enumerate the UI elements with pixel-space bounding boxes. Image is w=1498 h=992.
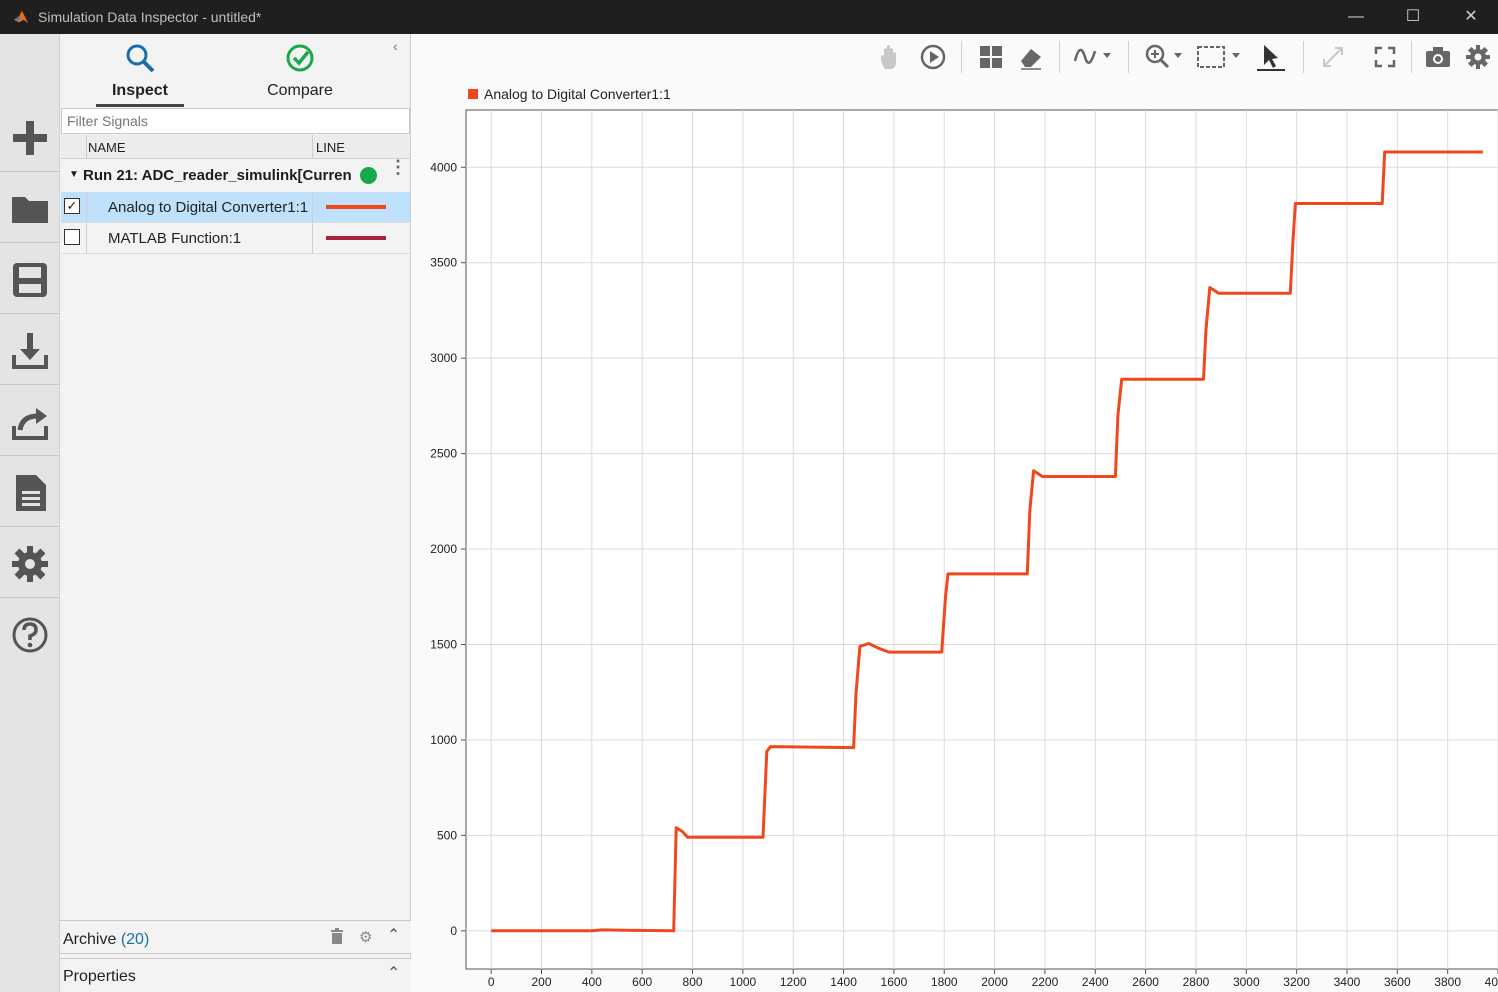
maximize-button[interactable]: ☐ bbox=[1402, 6, 1424, 28]
tab-compare-label: Compare bbox=[267, 82, 333, 99]
signal-plot[interactable]: 0 200 400 600 800 1000 1200 1400 1600 1800 2000 220… bbox=[411, 34, 1498, 992]
tab-inspect-label: Inspect bbox=[111, 82, 168, 99]
preferences-button[interactable] bbox=[0, 528, 60, 598]
new-session-button[interactable] bbox=[0, 102, 60, 172]
row-divider bbox=[312, 223, 313, 254]
y-tick-label: 1500 bbox=[430, 637, 457, 651]
download-icon bbox=[12, 333, 48, 369]
x-tick-label: 1600 bbox=[881, 975, 908, 989]
x-tick-label: 1800 bbox=[931, 975, 958, 989]
properties-label: Properties bbox=[63, 968, 136, 985]
left-toolbar bbox=[0, 34, 60, 992]
run-row[interactable]: ▼ Run 21: ADC_reader_simulink[Current] ⋮ bbox=[61, 158, 410, 190]
x-tick-label: 2400 bbox=[1082, 975, 1109, 989]
x-tick-label: 4000 bbox=[1485, 975, 1498, 989]
archive-section[interactable]: Archive (20) ⚙ ⌃ bbox=[60, 920, 411, 954]
document-icon bbox=[16, 475, 46, 511]
column-divider bbox=[86, 135, 87, 159]
trash-icon[interactable] bbox=[330, 928, 344, 944]
gear-icon bbox=[12, 546, 48, 582]
title-bar: Simulation Data Inspector - untitled* — … bbox=[0, 0, 1498, 34]
x-tick-label: 2800 bbox=[1183, 975, 1210, 989]
archive-settings-icon[interactable]: ⚙ bbox=[359, 928, 372, 946]
properties-section[interactable]: Properties ⌃ bbox=[60, 958, 411, 992]
archive-label: Archive bbox=[63, 931, 117, 948]
more-options-icon[interactable]: ⋮ bbox=[389, 158, 407, 176]
minimize-button[interactable]: — bbox=[1345, 6, 1367, 28]
y-tick-label: 2000 bbox=[430, 542, 457, 556]
x-tick-label: 1200 bbox=[780, 975, 807, 989]
archive-count: (20) bbox=[120, 931, 150, 948]
open-button[interactable] bbox=[0, 173, 60, 243]
y-tick-label: 3000 bbox=[430, 351, 457, 365]
signal-line-style[interactable] bbox=[326, 236, 386, 240]
x-tick-label: 1000 bbox=[730, 975, 757, 989]
signal-row[interactable]: ✓ Analog to Digital Converter1:1 bbox=[61, 192, 410, 223]
active-tab-indicator bbox=[96, 104, 184, 107]
x-tick-label: 0 bbox=[488, 975, 495, 989]
tab-compare[interactable]: Compare bbox=[250, 34, 350, 106]
x-tick-label: 3800 bbox=[1434, 975, 1461, 989]
signal-line-style[interactable] bbox=[326, 205, 386, 209]
column-line[interactable]: LINE bbox=[316, 140, 345, 155]
column-name[interactable]: NAME bbox=[88, 140, 126, 155]
x-tick-label: 3600 bbox=[1384, 975, 1411, 989]
y-tick-label: 3500 bbox=[430, 256, 457, 270]
plot-axes-box bbox=[465, 109, 1498, 970]
help-icon bbox=[12, 617, 48, 653]
y-tick-label: 1000 bbox=[430, 733, 457, 747]
import-button[interactable] bbox=[0, 315, 60, 385]
x-tick-label: 400 bbox=[582, 975, 602, 989]
collapse-panel-icon[interactable]: ‹ bbox=[393, 38, 398, 54]
x-tick-label: 2200 bbox=[1032, 975, 1059, 989]
check-circle-icon bbox=[286, 44, 314, 72]
signal-checkbox[interactable]: ✓ bbox=[64, 198, 80, 214]
save-icon bbox=[13, 263, 47, 297]
signal-name: Analog to Digital Converter1:1 bbox=[108, 199, 309, 216]
close-button[interactable]: ✕ bbox=[1460, 6, 1482, 28]
x-tick-label: 200 bbox=[531, 975, 551, 989]
y-tick-label: 0 bbox=[450, 924, 457, 938]
run-status-icon bbox=[360, 167, 377, 184]
x-tick-label: 3200 bbox=[1283, 975, 1310, 989]
x-tick-label: 3000 bbox=[1233, 975, 1260, 989]
y-tick-label: 500 bbox=[437, 828, 457, 842]
y-tick-label: 2500 bbox=[430, 447, 457, 461]
chevron-up-icon[interactable]: ⌃ bbox=[387, 925, 400, 945]
signal-table-header: NAME LINE bbox=[61, 135, 410, 159]
x-tick-label: 600 bbox=[632, 975, 652, 989]
y-tick-label: 4000 bbox=[430, 160, 457, 174]
signal-row[interactable]: MATLAB Function:1 bbox=[61, 223, 410, 254]
share-icon bbox=[12, 408, 48, 440]
help-button[interactable] bbox=[0, 599, 60, 669]
plot-area: Analog to Digital Converter1:1 0 200 400 60… bbox=[411, 34, 1498, 992]
window-title: Simulation Data Inspector - untitled* bbox=[38, 9, 262, 25]
report-button[interactable] bbox=[0, 457, 60, 527]
x-tick-label: 3400 bbox=[1334, 975, 1361, 989]
column-divider[interactable] bbox=[312, 135, 313, 159]
x-tick-label: 2600 bbox=[1132, 975, 1159, 989]
plus-icon bbox=[13, 121, 47, 155]
export-button[interactable] bbox=[0, 386, 60, 456]
row-divider bbox=[86, 223, 87, 254]
run-label: Run 21: ADC_reader_simulink[Current] bbox=[83, 167, 351, 184]
folder-icon bbox=[12, 197, 48, 223]
chevron-up-icon[interactable]: ⌃ bbox=[387, 963, 400, 983]
x-tick-label: 2000 bbox=[981, 975, 1008, 989]
tab-inspect[interactable]: Inspect bbox=[90, 34, 190, 107]
archive-title: Archive (20) bbox=[63, 931, 149, 949]
x-tick-label: 1400 bbox=[830, 975, 857, 989]
filter-signals-input[interactable] bbox=[61, 108, 410, 134]
signal-name: MATLAB Function:1 bbox=[108, 230, 242, 247]
signal-checkbox[interactable] bbox=[64, 229, 80, 245]
expand-arrow-icon[interactable]: ▼ bbox=[69, 169, 79, 180]
x-tick-label: 800 bbox=[683, 975, 703, 989]
row-divider bbox=[312, 192, 313, 223]
matlab-logo-icon bbox=[13, 10, 29, 24]
row-divider bbox=[86, 192, 87, 223]
save-button[interactable] bbox=[0, 244, 60, 314]
signals-panel: Inspect Compare ‹ NAME LINE ▼ Run 21: AD… bbox=[60, 34, 411, 992]
search-icon bbox=[126, 44, 155, 73]
